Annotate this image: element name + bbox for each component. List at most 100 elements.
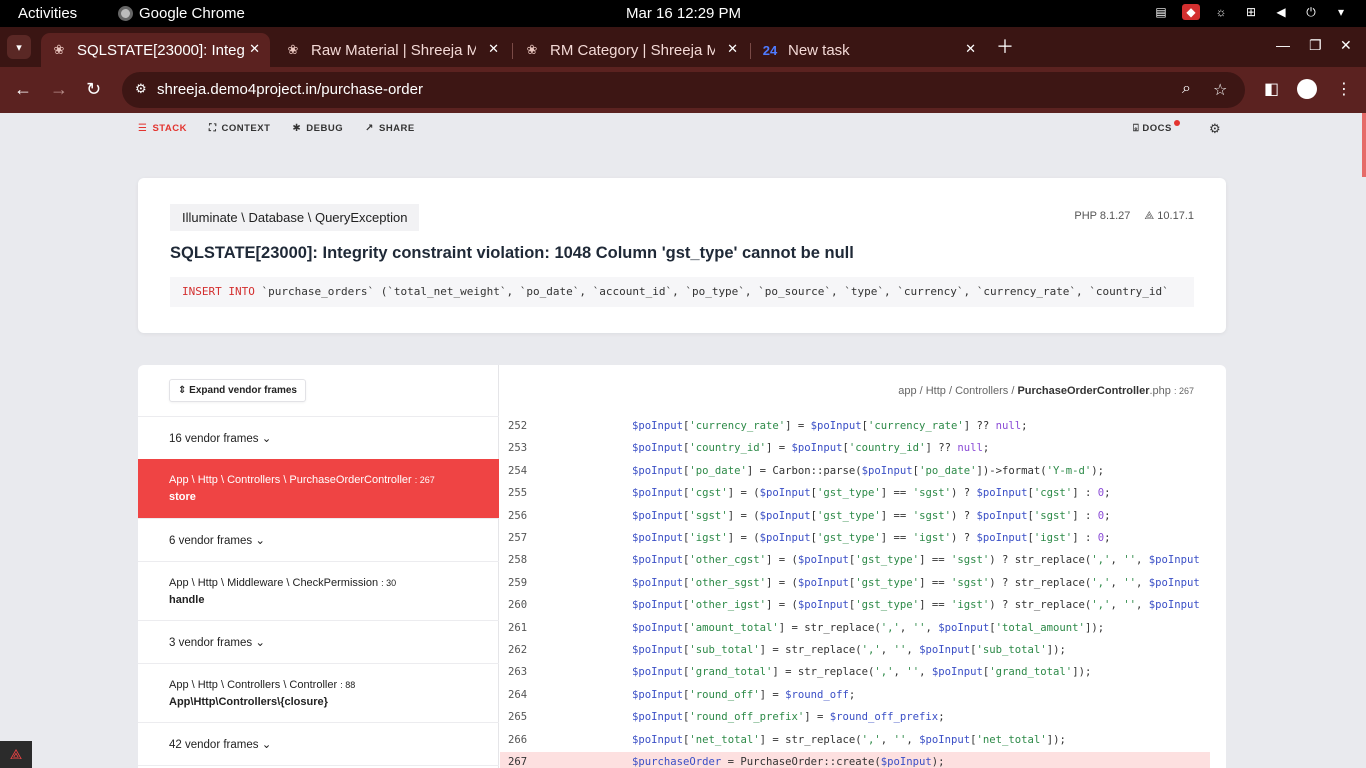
code-line[interactable]: 264 $poInput['round_off'] = $round_off; — [500, 685, 1210, 707]
file-path[interactable]: app / Http / Controllers / PurchaseOrder… — [898, 385, 1194, 397]
close-window-button[interactable]: ✕ — [1340, 37, 1352, 54]
url-text[interactable]: shreeja.demo4project.in/purchase-order — [157, 81, 423, 98]
code-viewer: app / Http / Controllers / PurchaseOrder… — [500, 365, 1226, 768]
tab-new-task[interactable]: 24 New task ✕ — [752, 33, 986, 67]
activities-button[interactable]: Activities — [18, 5, 77, 22]
brightness-icon[interactable]: ☼ — [1212, 4, 1230, 20]
nav-stack[interactable]: ☰ STACK — [138, 123, 187, 134]
network-icon[interactable]: ⊞ — [1242, 4, 1260, 20]
maximize-button[interactable]: ❐ — [1309, 37, 1322, 54]
chrome-icon — [118, 6, 133, 21]
gear-icon[interactable]: ⚙ — [1209, 121, 1221, 137]
ignition-nav: ☰ STACK ⛶ CONTEXT ✱ DEBUG ↗ SHARE — [138, 123, 415, 134]
power-icon[interactable]: ⏻ — [1302, 4, 1320, 20]
vendor-frames-group[interactable]: 3 vendor frames ⌄ — [138, 620, 499, 663]
vendor-frames-group[interactable]: 16 vendor frames ⌄ — [138, 416, 499, 459]
nav-context[interactable]: ⛶ CONTEXT — [209, 123, 270, 134]
chevron-down-icon[interactable]: ▾ — [1332, 4, 1350, 20]
book-icon: ⌺ — [1133, 123, 1143, 134]
volume-icon[interactable]: ◀ — [1272, 4, 1290, 20]
tab-search-button[interactable]: ▾ — [7, 35, 31, 59]
more-menu-icon[interactable]: ⋮ — [1336, 79, 1352, 99]
stack-trace: ⇕ Expand vendor frames 16 vendor frames … — [138, 365, 1226, 768]
stack-icon: ☰ — [138, 123, 148, 134]
tab-separator — [750, 43, 751, 59]
close-icon[interactable]: ✕ — [727, 41, 738, 57]
code-line[interactable]: 255 $poInput['cgst'] = ($poInput['gst_typ… — [500, 483, 1210, 505]
close-icon[interactable]: ✕ — [488, 41, 499, 57]
bookmark-star-icon[interactable]: ☆ — [1213, 80, 1227, 100]
laravel-icon: ⟁ — [1144, 210, 1158, 222]
code-line[interactable]: 252 $poInput['currency_rate'] = $poInput[… — [500, 416, 1210, 438]
chevron-down-icon: ⌄ — [255, 637, 265, 649]
ignition-error-page: ☰ STACK ⛶ CONTEXT ✱ DEBUG ↗ SHARE ⌺ DOCS ⚙ I… — [0, 113, 1366, 768]
new-tab-button[interactable]: ＋ — [996, 33, 1014, 59]
laravel-debugbar-icon[interactable]: ⟁ — [0, 741, 32, 768]
close-icon[interactable]: ✕ — [249, 41, 260, 57]
code-line[interactable]: 258 $poInput['other_cgst'] = ($poInput['g… — [500, 550, 1210, 572]
code-line[interactable]: 266 $poInput['net_total'] = str_replace('… — [500, 730, 1210, 752]
code-line[interactable]: 265 $poInput['round_off_prefix'] = $round… — [500, 707, 1210, 729]
vendor-frames-group[interactable]: 42 vendor frames ⌄ — [138, 722, 499, 765]
profile-avatar-icon[interactable] — [1297, 79, 1317, 99]
tab-raw-material[interactable]: ❀ Raw Material | Shreeja Masala ✕ — [275, 33, 509, 67]
version-info: PHP 8.1.27 ⟁ 10.17.1 — [1074, 210, 1194, 223]
app-frame[interactable]: App \ Http \ Controllers \ PurchaseOrder… — [138, 459, 499, 518]
code-line[interactable]: 262 $poInput['sub_total'] = str_replace('… — [500, 640, 1210, 662]
tab-title: Raw Material | Shreeja Masala — [311, 41, 476, 59]
site-info-icon[interactable]: ⚙ — [135, 81, 147, 97]
app-menu[interactable]: Google Chrome — [118, 5, 245, 22]
docs-link[interactable]: ⌺ DOCS — [1133, 120, 1180, 134]
site-favicon-icon: ❀ — [53, 42, 65, 57]
tab-title: New task — [788, 41, 850, 59]
nav-debug[interactable]: ✱ DEBUG — [292, 123, 343, 134]
code-line-highlighted[interactable]: 267 $purchaseOrder = PurchaseOrder::creat… — [500, 752, 1210, 768]
close-icon[interactable]: ✕ — [965, 41, 976, 57]
code-line[interactable]: 253 $poInput['country_id'] = $poInput['co… — [500, 438, 1210, 460]
frame-function: handle — [169, 594, 205, 606]
tab-rm-category[interactable]: ❀ RM Category | Shreeja Masala ✕ — [514, 33, 748, 67]
expand-vendor-frames-button[interactable]: ⇕ Expand vendor frames — [169, 379, 306, 402]
chevron-down-icon: ⌄ — [261, 739, 272, 751]
exception-class: Illuminate \ Database \ QueryException — [170, 204, 420, 231]
system-tray[interactable]: ▤ ◆ ☼ ⊞ ◀ ⏻ ▾ — [1152, 4, 1350, 20]
code-line[interactable]: 257 $poInput['igst'] = ($poInput['gst_typ… — [500, 528, 1210, 550]
code-line[interactable]: 256 $poInput['sgst'] = ($poInput['gst_typ… — [500, 506, 1210, 528]
side-panel-icon[interactable]: ◧ — [1264, 79, 1279, 99]
code-line[interactable]: 260 $poInput['other_igst'] = ($poInput['g… — [500, 595, 1210, 617]
code-line[interactable]: 261 $poInput['amount_total'] = str_replac… — [500, 618, 1210, 640]
tab-strip: ▾ ❀ SQLSTATE[23000]: Integrity constrain… — [0, 27, 1366, 67]
reload-button[interactable]: ↻ — [86, 79, 101, 100]
code-line[interactable]: 259 $poInput['other_sgst'] = ($poInput['g… — [500, 573, 1210, 595]
sql-text: `purchase_orders` (`total_net_weight`, `… — [254, 285, 1169, 298]
tab-error-page[interactable]: ❀ SQLSTATE[23000]: Integrity constraint … — [41, 33, 270, 67]
browser-toolbar: ← → ↻ ⚙ shreeja.demo4project.in/purchase… — [0, 67, 1366, 113]
scroll-indicator — [1362, 113, 1366, 177]
exception-card: Illuminate \ Database \ QueryException P… — [138, 178, 1226, 333]
site-favicon-icon: ❀ — [287, 42, 299, 57]
share-icon: ↗ — [365, 123, 374, 134]
chevron-down-icon: ⌄ — [261, 433, 272, 445]
task-favicon-icon: 24 — [762, 42, 778, 58]
zoom-icon[interactable]: ⌕ — [1182, 80, 1191, 98]
code-line[interactable]: 263 $poInput['grand_total'] = str_replace… — [500, 662, 1210, 684]
clock[interactable]: Mar 16 12:29 PM — [626, 5, 741, 22]
frame-list: ⇕ Expand vendor frames 16 vendor frames … — [138, 365, 499, 768]
exception-message: SQLSTATE[23000]: Integrity constraint vi… — [170, 244, 854, 262]
laravel-version: ⟁ 10.17.1 — [1144, 210, 1194, 222]
code-line[interactable]: 254 $poInput['po_date'] = Carbon::parse($… — [500, 461, 1210, 483]
app-name: Google Chrome — [139, 5, 245, 22]
vendor-frames-group[interactable]: 6 vendor frames ⌄ — [138, 518, 499, 561]
app-frame[interactable]: App \ Http \ Controllers \ Controller : … — [138, 663, 499, 722]
app-frame[interactable]: App \ Http \ Middleware \ CheckPermissio… — [138, 561, 499, 620]
forward-button[interactable]: → — [50, 79, 68, 100]
tab-title: SQLSTATE[23000]: Integrity constraint vi… — [77, 41, 245, 59]
anydesk-icon[interactable]: ◆ — [1182, 4, 1200, 20]
nav-share[interactable]: ↗ SHARE — [365, 123, 415, 134]
chat-icon[interactable]: ▤ — [1152, 4, 1170, 20]
address-bar[interactable]: ⚙ shreeja.demo4project.in/purchase-order… — [122, 72, 1245, 108]
context-icon: ⛶ — [209, 123, 217, 134]
minimize-button[interactable]: — — [1276, 37, 1290, 53]
sql-query[interactable]: INSERT INTO `purchase_orders` (`total_ne… — [170, 277, 1194, 307]
back-button[interactable]: ← — [14, 79, 32, 100]
